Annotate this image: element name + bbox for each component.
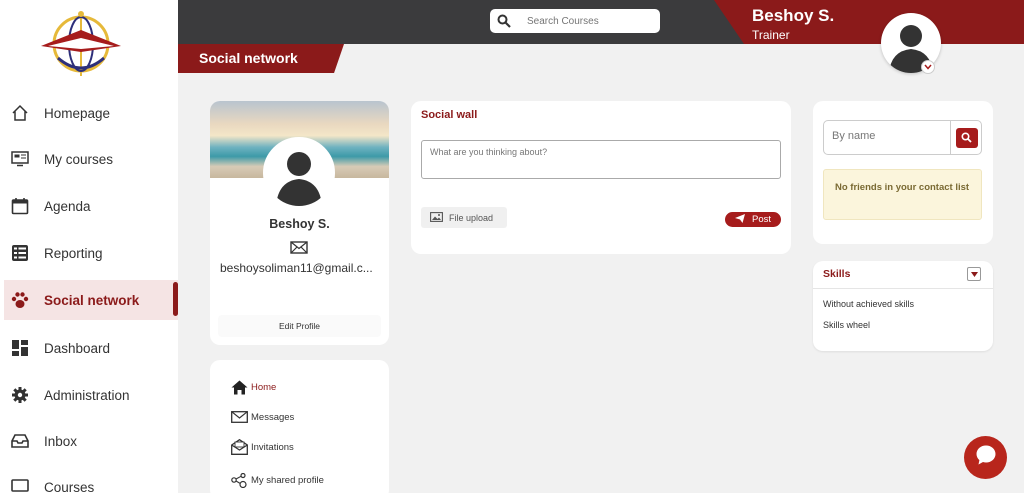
menu-item-shared-profile[interactable]: My shared profile <box>230 472 324 488</box>
edit-profile-button[interactable]: Edit Profile <box>218 315 381 337</box>
gear-icon <box>10 385 30 405</box>
skills-item-without-achieved[interactable]: Without achieved skills <box>823 299 914 309</box>
sidebar-item-label: Dashboard <box>44 340 111 356</box>
logo[interactable] <box>36 8 126 78</box>
file-upload-button[interactable]: File upload <box>421 207 507 228</box>
envelope-icon <box>230 409 248 425</box>
monitor-icon <box>10 477 30 493</box>
share-icon <box>230 472 248 488</box>
course-search[interactable] <box>490 9 660 33</box>
sidebar-item-social-network[interactable]: Social network <box>4 280 178 320</box>
caret-down-icon[interactable] <box>967 267 981 281</box>
sidebar-item-label: My courses <box>44 151 114 167</box>
chat-button[interactable] <box>964 436 1007 479</box>
menu-item-label: My shared profile <box>251 474 324 486</box>
menu-item-label: Invitations <box>251 441 294 453</box>
sidebar-item-label: Agenda <box>44 198 91 214</box>
skills-item-wheel[interactable]: Skills wheel <box>823 320 870 330</box>
no-friends-notice: No friends in your contact list <box>823 169 982 220</box>
menu-item-invitations[interactable]: Invitations <box>230 439 294 455</box>
social-wall-title: Social wall <box>421 109 478 121</box>
menu-item-label: Messages <box>251 411 295 423</box>
sidebar-item-label: Reporting <box>44 245 103 261</box>
search-icon <box>497 14 511 28</box>
profile-menu: Home Messages Invitations My shared prof… <box>210 360 389 493</box>
search-input[interactable] <box>527 15 647 27</box>
sidebar-item-homepage[interactable]: Homepage <box>4 93 178 133</box>
calendar-icon <box>10 196 30 216</box>
menu-item-label: Home <box>251 381 277 393</box>
file-upload-label: File upload <box>449 212 494 223</box>
post-label: Post <box>751 214 771 225</box>
image-icon <box>430 211 443 224</box>
menu-item-home[interactable]: Home <box>230 379 276 395</box>
profile-name: Beshoy S. <box>269 217 330 231</box>
courses-icon <box>10 149 30 169</box>
paper-plane-icon <box>734 213 745 226</box>
profile-email: beshoysoliman11@gmail.c... <box>220 261 373 275</box>
sidebar-item-label: Homepage <box>44 105 111 121</box>
invitation-icon <box>230 439 248 455</box>
sidebar-item-dashboard[interactable]: Dashboard <box>4 328 178 368</box>
friend-search <box>823 120 982 155</box>
profile-avatar <box>263 137 335 209</box>
social-wall: Social wall File upload Post <box>411 101 791 254</box>
post-textarea[interactable] <box>421 140 781 179</box>
sidebar-item-courses[interactable]: Courses <box>4 467 178 493</box>
friend-search-input[interactable] <box>832 130 940 142</box>
friends-card: No friends in your contact list <box>813 101 993 244</box>
sidebar-item-label: Administration <box>44 387 130 403</box>
sidebar-item-agenda[interactable]: Agenda <box>4 186 178 226</box>
sidebar-item-label: Social network <box>44 292 140 308</box>
profile-card: Beshoy S. beshoysoliman11@gmail.c... Edi… <box>210 101 389 345</box>
sidebar-item-administration[interactable]: Administration <box>4 375 178 415</box>
sidebar-item-reporting[interactable]: Reporting <box>4 233 178 273</box>
divider <box>813 288 993 289</box>
sidebar-item-label: Inbox <box>44 433 78 449</box>
skills-card: Skills Without achieved skills Skills wh… <box>813 261 993 351</box>
sidebar: Homepage My courses Agenda Reporting Soc… <box>0 0 178 493</box>
sidebar-item-inbox[interactable]: Inbox <box>4 421 178 461</box>
search-icon <box>955 127 978 148</box>
friend-search-button[interactable] <box>950 121 982 154</box>
skills-title: Skills <box>823 268 851 280</box>
inbox-icon <box>10 431 30 451</box>
page-title: Social network <box>199 50 298 66</box>
chevron-down-icon[interactable] <box>921 60 935 74</box>
paw-icon <box>10 290 30 310</box>
menu-item-messages[interactable]: Messages <box>230 409 294 425</box>
chat-bubble-icon <box>975 444 997 471</box>
user-name: Beshoy S. <box>752 6 835 25</box>
post-button[interactable]: Post <box>725 212 781 227</box>
sidebar-item-label: Courses <box>44 479 95 493</box>
home-icon <box>10 103 30 123</box>
sidebar-item-my-courses[interactable]: My courses <box>4 139 178 179</box>
envelope-icon <box>290 241 308 259</box>
dashboard-icon <box>10 338 30 358</box>
reporting-icon <box>10 243 30 263</box>
home-icon <box>230 379 248 395</box>
user-role: Trainer <box>752 28 790 42</box>
